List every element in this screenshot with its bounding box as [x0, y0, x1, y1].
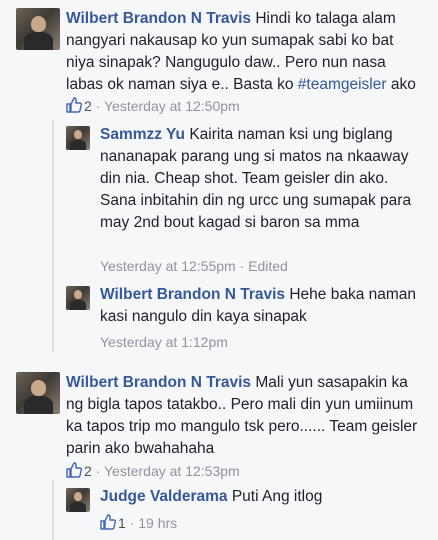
meta-separator: ·: [239, 258, 245, 274]
avatar[interactable]: [16, 372, 60, 414]
reply-1-1: Sammzz Yu Kairita naman ksi ung biglang …: [0, 120, 438, 280]
avatar[interactable]: [66, 126, 90, 150]
comment-body: Judge Valderama Puti Ang itlog: [100, 486, 420, 508]
comment-body: Sammzz Yu Kairita naman ksi ung biglang …: [100, 124, 420, 234]
comment-meta: 2 · Yesterday at 12:53pm: [66, 462, 240, 482]
comment-meta: Yesterday at 12:55pm · Edited: [100, 257, 288, 275]
edited-label[interactable]: Edited: [248, 258, 288, 274]
meta-separator: ·: [129, 515, 135, 531]
hashtag-link[interactable]: #teamgeisler: [298, 76, 387, 93]
comment-1: Wilbert Brandon N Travis Hindi ko talaga…: [0, 0, 438, 120]
author-name[interactable]: Wilbert Brandon N Travis: [66, 374, 251, 391]
comment-text-end: ako: [386, 76, 416, 93]
comment-2: Wilbert Brandon N Travis Mali yun sasapa…: [0, 368, 438, 480]
timestamp[interactable]: Yesterday at 12:55pm: [100, 258, 236, 274]
avatar[interactable]: [66, 488, 90, 512]
timestamp[interactable]: Yesterday at 1:12pm: [100, 334, 228, 350]
meta-separator: ·: [95, 463, 101, 479]
meta-separator: ·: [95, 98, 101, 114]
like-count[interactable]: 1: [118, 515, 126, 531]
avatar[interactable]: [16, 8, 60, 50]
timestamp[interactable]: Yesterday at 12:50pm: [104, 98, 240, 114]
comment-meta: 1 · 19 hrs: [100, 514, 177, 534]
comment-meta: 2 · Yesterday at 12:50pm: [66, 97, 240, 117]
comment-text: Puti Ang itlog: [231, 488, 323, 505]
timestamp[interactable]: 19 hrs: [138, 515, 177, 531]
thumbs-up-icon[interactable]: [66, 97, 83, 117]
reply-2-1: Judge Valderama Puti Ang itlog 1 · 19 hr…: [0, 484, 438, 540]
comment-body: Wilbert Brandon N Travis Mali yun sasapa…: [66, 372, 426, 460]
author-name[interactable]: Judge Valderama: [100, 488, 228, 505]
avatar[interactable]: [66, 286, 90, 310]
comment-body: Wilbert Brandon N Travis Hindi ko talaga…: [66, 8, 426, 96]
author-name[interactable]: Wilbert Brandon N Travis: [100, 286, 285, 303]
thumbs-up-icon[interactable]: [66, 462, 83, 482]
comment-body: Wilbert Brandon N Travis Hehe baka naman…: [100, 284, 420, 328]
author-name[interactable]: Sammzz Yu: [100, 126, 185, 143]
like-count[interactable]: 2: [84, 463, 92, 479]
thumbs-up-icon[interactable]: [100, 514, 117, 534]
author-name[interactable]: Wilbert Brandon N Travis: [66, 10, 251, 27]
comment-meta: Yesterday at 1:12pm: [100, 333, 228, 351]
reply-1-2: Wilbert Brandon N Travis Hehe baka naman…: [0, 280, 438, 360]
like-count[interactable]: 2: [84, 98, 92, 114]
timestamp[interactable]: Yesterday at 12:53pm: [104, 463, 240, 479]
